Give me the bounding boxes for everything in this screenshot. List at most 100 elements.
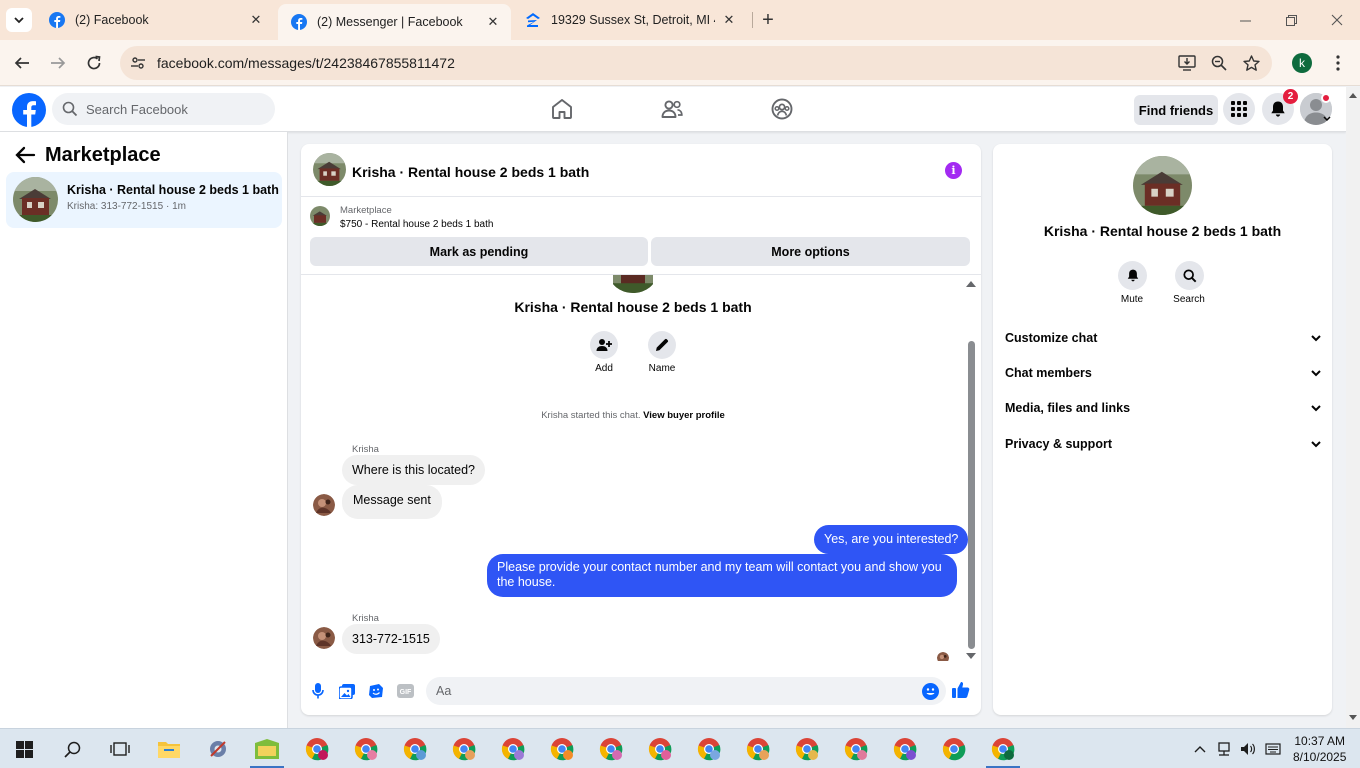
close-tab-icon[interactable]: ✕ <box>721 12 737 28</box>
minimize-button[interactable] <box>1222 0 1268 40</box>
chat-members-section[interactable]: Chat members <box>1005 358 1321 388</box>
taskbar-app-button[interactable] <box>204 735 232 763</box>
zoom-button[interactable] <box>1209 53 1229 73</box>
show-hidden-icons-button[interactable] <box>1192 741 1208 757</box>
listing-price-title[interactable]: $750 - Rental house 2 beds 1 bath <box>340 219 493 230</box>
search-in-conversation-button[interactable] <box>1175 261 1204 290</box>
tab-messenger[interactable]: (2) Messenger | Facebook ✕ <box>278 4 511 40</box>
new-tab-button[interactable]: + <box>758 9 778 31</box>
message-input[interactable] <box>426 677 946 705</box>
gif-button[interactable]: GIF <box>396 682 414 700</box>
facebook-search-input[interactable] <box>86 101 266 117</box>
conversation-avatar[interactable] <box>1133 156 1192 215</box>
chrome-icon <box>305 738 329 761</box>
conversation-info-button[interactable]: i <box>945 162 962 179</box>
find-friends-button[interactable]: Find friends <box>1134 95 1218 125</box>
arrow-left-icon[interactable] <box>14 146 36 164</box>
message-bubble-incoming[interactable]: Message sent <box>342 485 442 519</box>
message-bubble-incoming[interactable]: Where is this located? <box>342 455 485 485</box>
scroll-up-icon[interactable] <box>966 280 976 287</box>
network-button[interactable] <box>1216 741 1232 757</box>
chrome-button[interactable] <box>303 735 331 763</box>
chrome-button[interactable] <box>989 735 1017 763</box>
input-indicator-button[interactable] <box>1265 741 1281 757</box>
chrome-button[interactable] <box>695 735 723 763</box>
restore-button[interactable] <box>1268 0 1314 40</box>
chevron-down-icon <box>1311 334 1321 341</box>
scroll-down-icon[interactable] <box>966 653 976 660</box>
send-like-button[interactable] <box>952 681 970 699</box>
home-icon[interactable] <box>550 97 574 121</box>
listing-thumbnail <box>13 177 58 222</box>
listing-thumbnail[interactable] <box>310 206 330 226</box>
tab-facebook[interactable]: (2) Facebook ✕ <box>36 0 274 40</box>
taskbar-search-button[interactable] <box>58 735 86 763</box>
message-list[interactable]: Krisha · Rental house 2 beds 1 bath Add … <box>301 275 981 661</box>
edit-name-button[interactable] <box>648 331 676 359</box>
facebook-logo-icon[interactable] <box>12 93 46 127</box>
chrome-button[interactable] <box>842 735 870 763</box>
sender-avatar[interactable] <box>313 627 335 649</box>
close-tab-icon[interactable]: ✕ <box>485 14 501 30</box>
chat-avatar[interactable] <box>313 153 346 186</box>
close-window-button[interactable] <box>1314 0 1360 40</box>
taskbar-app-button[interactable] <box>253 735 281 763</box>
chrome-button[interactable] <box>891 735 919 763</box>
system-clock[interactable]: 10:37 AM 8/10/2025 <box>1293 733 1346 765</box>
privacy-support-section[interactable]: Privacy & support <box>1005 429 1321 459</box>
voice-clip-button[interactable] <box>309 682 327 700</box>
chrome-button[interactable] <box>940 735 968 763</box>
install-app-button[interactable] <box>1177 53 1197 73</box>
chrome-button[interactable] <box>548 735 576 763</box>
file-explorer-button[interactable] <box>155 735 183 763</box>
emoji-button[interactable] <box>921 682 939 700</box>
browser-menu-button[interactable] <box>1328 53 1348 73</box>
section-label: Chat members <box>1005 366 1092 380</box>
chrome-button[interactable] <box>744 735 772 763</box>
chat-title[interactable]: Krisha · Rental house 2 beds 1 bath <box>352 164 589 180</box>
chrome-button[interactable] <box>352 735 380 763</box>
seen-indicator-avatar <box>937 652 949 661</box>
customize-chat-section[interactable]: Customize chat <box>1005 323 1321 353</box>
chrome-button[interactable] <box>646 735 674 763</box>
message-bubble-outgoing[interactable]: Please provide your contact number and m… <box>487 554 957 597</box>
start-button[interactable] <box>10 735 38 763</box>
page-scrollbar[interactable] <box>1346 87 1360 728</box>
site-info-button[interactable] <box>128 53 148 73</box>
facebook-search[interactable] <box>52 93 275 125</box>
chevron-down-icon[interactable] <box>1323 116 1331 122</box>
more-options-button[interactable]: More options <box>651 237 970 266</box>
tab-zillow[interactable]: 19329 Sussex St, Detroit, MI 48235 ✕ <box>512 0 747 40</box>
media-files-links-section[interactable]: Media, files and links <box>1005 393 1321 423</box>
bookmark-button[interactable] <box>1241 53 1261 73</box>
mark-as-pending-button[interactable]: Mark as pending <box>310 237 648 266</box>
chrome-button[interactable] <box>793 735 821 763</box>
volume-button[interactable] <box>1240 741 1256 757</box>
chrome-button[interactable] <box>597 735 625 763</box>
chrome-button[interactable] <box>401 735 429 763</box>
message-bubble-incoming[interactable]: 313-772-1515 <box>342 624 440 654</box>
back-button[interactable] <box>10 51 34 75</box>
message-bubble-outgoing[interactable]: Yes, are you interested? <box>814 525 969 554</box>
chrome-button[interactable] <box>450 735 478 763</box>
view-buyer-profile-link[interactable]: View buyer profile <box>643 410 725 421</box>
reload-button[interactable] <box>82 51 106 75</box>
message-scrollbar[interactable] <box>968 341 975 649</box>
attach-media-button[interactable] <box>338 682 356 700</box>
menu-button[interactable] <box>1223 93 1255 125</box>
close-tab-icon[interactable]: ✕ <box>248 12 264 28</box>
task-view-button[interactable] <box>106 735 134 763</box>
friends-icon[interactable] <box>660 97 684 121</box>
address-bar[interactable]: facebook.com/messages/t/2423846785581147… <box>120 46 1272 80</box>
groups-icon[interactable] <box>770 97 794 121</box>
chrome-button[interactable] <box>499 735 527 763</box>
chevron-down-icon <box>14 17 24 24</box>
mute-button[interactable] <box>1118 261 1147 290</box>
sender-avatar[interactable] <box>313 494 335 516</box>
conversation-item[interactable]: Krisha · Rental house 2 beds 1 bath Kris… <box>6 172 282 228</box>
forward-button[interactable] <box>46 51 70 75</box>
profile-avatar[interactable]: k <box>1292 53 1312 73</box>
add-people-button[interactable] <box>590 331 618 359</box>
tab-search-button[interactable] <box>6 8 32 32</box>
sticker-button[interactable] <box>367 682 385 700</box>
